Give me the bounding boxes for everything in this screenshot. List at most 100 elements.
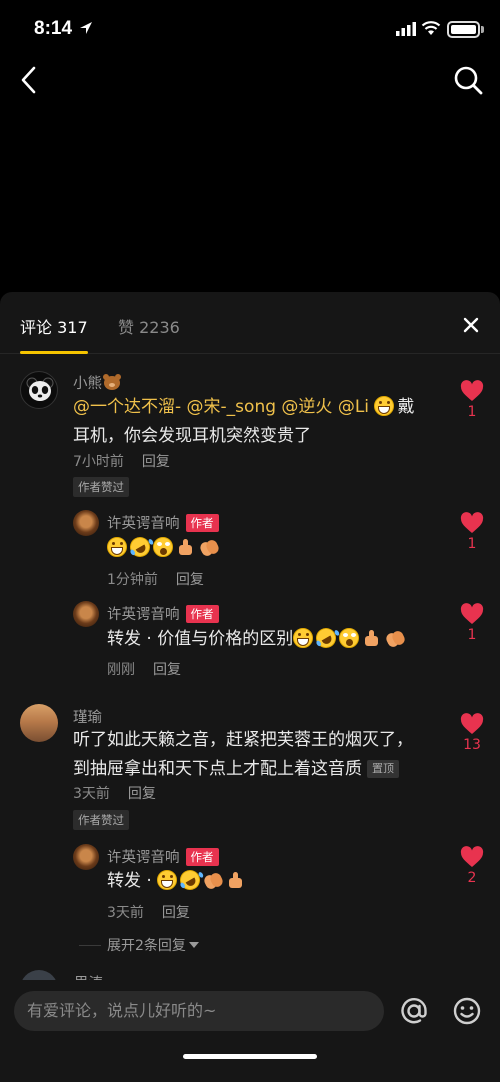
comment-username[interactable]: 小熊 xyxy=(73,372,120,393)
like-button[interactable]: 1 xyxy=(452,512,492,552)
mention-link[interactable]: @宋-_song xyxy=(187,397,276,417)
close-icon[interactable] xyxy=(456,310,486,340)
comment-time: 7小时前 xyxy=(73,454,124,470)
comment-text-part: 到抽屉拿出和天下点上才配上着这音质 xyxy=(73,759,362,779)
like-button[interactable]: 1 xyxy=(452,380,492,420)
heart-icon[interactable] xyxy=(460,512,484,534)
avatar[interactable] xyxy=(20,704,58,742)
grin-emoji-icon xyxy=(293,628,314,648)
bear-emoji-icon xyxy=(103,374,120,390)
reply-button[interactable]: 回复 xyxy=(153,662,181,678)
status-bar: 8:14 xyxy=(0,0,500,60)
comment-tabs: 评论 317 赞 2236 xyxy=(0,292,500,354)
clap-emoji-icon xyxy=(203,870,223,890)
username-text[interactable]: 许英谔音响 xyxy=(107,607,180,623)
username-text[interactable]: 许英谔音响 xyxy=(107,516,180,532)
like-count: 1 xyxy=(467,536,477,552)
comment-text: @一个达不溜- @宋-_song @逆火 @Li 戴 耳机，你会发现耳机突然变贵… xyxy=(73,393,443,451)
username-text[interactable]: 瑾瑜 xyxy=(73,710,102,726)
grin-emoji-icon xyxy=(107,537,127,557)
panda-avatar-icon xyxy=(26,377,54,401)
like-count: 1 xyxy=(467,404,477,420)
mention-link[interactable]: @一个达不溜- xyxy=(73,397,181,417)
thumbs-up-emoji-icon xyxy=(362,628,382,648)
thumbs-up-emoji-icon xyxy=(226,870,246,890)
reply-meta: 3天前 回复 xyxy=(107,902,190,922)
reply-username[interactable]: 许英谔音响 作者 xyxy=(107,603,219,624)
reply-button[interactable]: 回复 xyxy=(142,454,170,470)
comment-text-part: 转发 · 价值与价格的区别 xyxy=(107,629,294,649)
avatar[interactable] xyxy=(20,371,58,409)
comment-text-part: 耳机，你会发现耳机突然变贵了 xyxy=(73,426,311,446)
reply-username[interactable]: 许英谔音响 作者 xyxy=(107,846,219,867)
battery-tip xyxy=(481,26,484,33)
expand-replies-button[interactable]: 展开2条回复 xyxy=(79,935,199,955)
author-tag: 作者 xyxy=(185,848,219,866)
battery-icon xyxy=(447,21,480,38)
clap-emoji-icon xyxy=(385,628,405,648)
avatar[interactable] xyxy=(73,510,99,536)
like-count: 13 xyxy=(463,737,481,753)
search-icon[interactable] xyxy=(450,62,486,98)
heart-icon[interactable] xyxy=(460,380,484,402)
status-time: 8:14 xyxy=(34,18,73,39)
cellular-signal-icon xyxy=(396,22,416,36)
comment-time: 1分钟前 xyxy=(107,572,158,588)
emoji-icon[interactable] xyxy=(451,995,483,1027)
comment-meta: 7小时前 回复 xyxy=(73,451,170,471)
comment-sheet: 评论 317 赞 2236 小熊 @一个达不溜- @宋-_song @逆火 @L… xyxy=(0,292,500,1082)
author-tag: 作者 xyxy=(185,605,219,623)
reply-button[interactable]: 回复 xyxy=(162,905,190,921)
comment-time: 3天前 xyxy=(73,786,110,802)
comment-text-part: 听了如此天籁之音，赶紧把芙蓉王的烟灭了， xyxy=(73,730,413,750)
comment-text-part: 转发 · xyxy=(107,871,158,891)
like-button[interactable]: 13 xyxy=(452,713,492,753)
avatar[interactable] xyxy=(73,601,99,627)
reply-username[interactable]: 许英谔音响 作者 xyxy=(107,512,219,533)
scream-emoji-icon xyxy=(339,628,360,648)
like-count: 1 xyxy=(467,627,477,643)
username-text[interactable]: 小熊 xyxy=(73,376,102,392)
username-text[interactable]: 许英谔音响 xyxy=(107,850,180,866)
like-button[interactable]: 1 xyxy=(452,603,492,643)
author-liked-badge: 作者赞过 xyxy=(73,810,129,830)
rofl-emoji-icon xyxy=(176,866,204,894)
mention-link[interactable]: @Li xyxy=(338,397,369,417)
comment-input-placeholder: 有爱评论，说点儿好听的~ xyxy=(27,1001,217,1020)
scream-emoji-icon xyxy=(153,537,173,557)
heart-icon[interactable] xyxy=(460,603,484,625)
reply-text: 转发 · 价值与价格的区别 xyxy=(107,624,447,654)
comment-input-bar: 有爱评论，说点儿好听的~ xyxy=(0,980,500,1082)
grin-emoji-icon xyxy=(157,870,178,890)
comment-time: 3天前 xyxy=(107,905,144,921)
home-indicator xyxy=(183,1054,317,1059)
chevron-down-icon xyxy=(188,942,199,948)
thumbs-up-emoji-icon xyxy=(176,537,196,557)
comment-username[interactable]: 瑾瑜 xyxy=(73,706,102,727)
like-count: 2 xyxy=(467,870,477,886)
reply-button[interactable]: 回复 xyxy=(176,572,204,588)
comment-time: 刚刚 xyxy=(107,662,135,678)
like-button[interactable]: 2 xyxy=(452,846,492,886)
comment-meta: 3天前 回复 xyxy=(73,783,156,803)
tab-comments[interactable]: 评论 317 xyxy=(20,314,88,338)
divider xyxy=(79,945,101,946)
author-tag: 作者 xyxy=(185,514,219,532)
avatar[interactable] xyxy=(73,844,99,870)
heart-icon[interactable] xyxy=(460,846,484,868)
location-arrow-icon xyxy=(80,22,92,34)
author-liked-badge: 作者赞过 xyxy=(73,477,129,497)
tab-likes[interactable]: 赞 2236 xyxy=(118,314,180,338)
rofl-emoji-icon xyxy=(312,624,340,652)
mention-link[interactable]: @逆火 xyxy=(281,397,332,417)
comment-input[interactable]: 有爱评论，说点儿好听的~ xyxy=(14,991,384,1031)
pinned-badge: 置顶 xyxy=(367,760,399,778)
reply-text: 转发 · xyxy=(107,866,407,896)
expand-replies-label[interactable]: 展开2条回复 xyxy=(107,938,186,954)
at-icon[interactable] xyxy=(398,995,430,1027)
back-icon[interactable] xyxy=(14,62,46,98)
reply-button[interactable]: 回复 xyxy=(128,786,156,802)
clap-emoji-icon xyxy=(199,537,219,557)
heart-icon[interactable] xyxy=(460,713,484,735)
reply-meta: 1分钟前 回复 xyxy=(107,569,204,589)
